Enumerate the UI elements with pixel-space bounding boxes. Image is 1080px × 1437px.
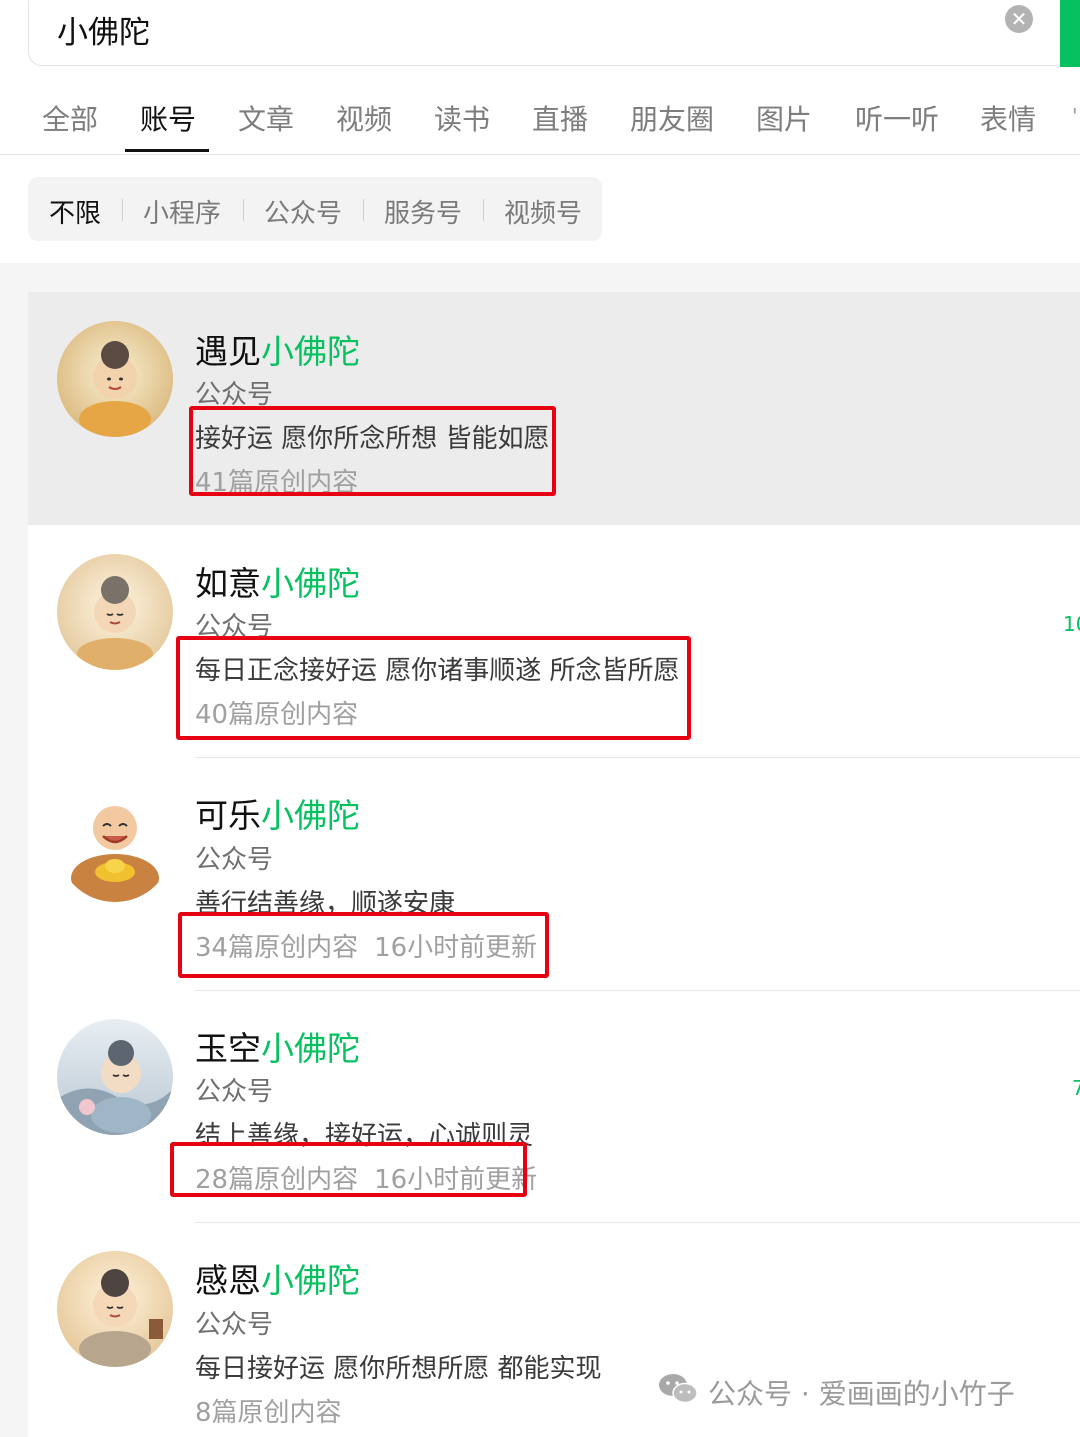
search-bar: 小佛陀 ✕ bbox=[0, 0, 1080, 78]
tab-moments[interactable]: 朋友圈 bbox=[630, 98, 714, 138]
filter-service-account[interactable]: 服务号 bbox=[384, 193, 462, 230]
avatar bbox=[57, 786, 173, 902]
search-query: 小佛陀 bbox=[57, 15, 150, 51]
watermark-text: 公众号 · 爱画画的小竹子 bbox=[708, 1377, 1015, 1411]
filter-channels[interactable]: 视频号 bbox=[504, 193, 582, 230]
tab-listen[interactable]: 听一听 bbox=[855, 98, 939, 138]
filter-miniprogram[interactable]: 小程序 bbox=[143, 193, 221, 230]
tabs-overflow-icon: ' bbox=[1072, 104, 1078, 128]
row-divider bbox=[195, 757, 1080, 758]
wechat-icon bbox=[658, 1372, 698, 1413]
active-tab-indicator bbox=[125, 149, 209, 152]
name-prefix: 遇见 bbox=[195, 332, 261, 371]
filter-divider bbox=[363, 199, 364, 221]
name-keyword-match: 小佛陀 bbox=[261, 1261, 360, 1300]
account-name[interactable]: 可乐小佛陀 bbox=[195, 789, 360, 837]
avatar bbox=[57, 321, 173, 437]
name-keyword-match: 小佛陀 bbox=[261, 796, 360, 835]
filter-divider bbox=[483, 199, 484, 221]
tab-all[interactable]: 全部 bbox=[42, 98, 98, 138]
name-prefix: 可乐 bbox=[195, 796, 261, 835]
account-meta: 8篇原创内容 bbox=[195, 1392, 342, 1429]
name-keyword-match: 小佛陀 bbox=[261, 564, 360, 603]
name-prefix: 如意 bbox=[195, 564, 261, 603]
avatar bbox=[57, 1019, 173, 1135]
filter-official-account[interactable]: 公众号 bbox=[264, 193, 342, 230]
category-tabs: 全部 账号 文章 视频 读书 直播 朋友圈 图片 听一听 表情 ' bbox=[0, 90, 1080, 155]
account-name[interactable]: 玉空小佛陀 bbox=[195, 1022, 360, 1070]
account-name[interactable]: 如意小佛陀 bbox=[195, 557, 360, 605]
right-count: 10 bbox=[1063, 612, 1080, 636]
account-type: 公众号 bbox=[195, 1310, 274, 1340]
tab-videos[interactable]: 视频 bbox=[336, 98, 392, 138]
account-type: 公众号 bbox=[195, 845, 274, 875]
avatar bbox=[57, 554, 173, 670]
right-count: 7 bbox=[1072, 1076, 1080, 1100]
watermark: 公众号 · 爱画画的小竹子 bbox=[658, 1372, 1015, 1416]
name-prefix: 玉空 bbox=[195, 1029, 261, 1068]
account-type-filter: 不限 小程序 公众号 服务号 视频号 bbox=[28, 177, 602, 241]
annotation-box bbox=[170, 1142, 527, 1197]
annotation-box bbox=[176, 636, 691, 740]
filter-all[interactable]: 不限 bbox=[49, 193, 101, 230]
name-keyword-match: 小佛陀 bbox=[261, 332, 360, 371]
name-keyword-match: 小佛陀 bbox=[261, 1029, 360, 1068]
row-divider bbox=[195, 990, 1080, 991]
account-type: 公众号 bbox=[195, 1077, 274, 1107]
tab-stickers[interactable]: 表情 bbox=[980, 98, 1036, 138]
article-count: 8篇原创内容 bbox=[195, 1398, 342, 1428]
filter-divider bbox=[243, 199, 244, 221]
tab-articles[interactable]: 文章 bbox=[238, 98, 294, 138]
annotation-box bbox=[178, 912, 549, 978]
tab-accounts[interactable]: 账号 bbox=[140, 98, 196, 138]
search-input[interactable]: 小佛陀 ✕ bbox=[28, 0, 1068, 66]
avatar bbox=[57, 1251, 173, 1367]
account-name[interactable]: 遇见小佛陀 bbox=[195, 325, 360, 373]
filter-divider bbox=[122, 199, 123, 221]
tab-live[interactable]: 直播 bbox=[532, 98, 588, 138]
name-prefix: 感恩 bbox=[195, 1261, 261, 1300]
account-description: 每日接好运 愿你所想所愿 都能实现 bbox=[195, 1354, 602, 1384]
search-button-edge[interactable] bbox=[1060, 0, 1080, 67]
clear-icon[interactable]: ✕ bbox=[1005, 5, 1033, 33]
tab-images[interactable]: 图片 bbox=[756, 98, 812, 138]
annotation-box bbox=[189, 406, 556, 496]
tab-books[interactable]: 读书 bbox=[434, 98, 490, 138]
row-divider bbox=[195, 1222, 1080, 1223]
account-name[interactable]: 感恩小佛陀 bbox=[195, 1254, 360, 1302]
